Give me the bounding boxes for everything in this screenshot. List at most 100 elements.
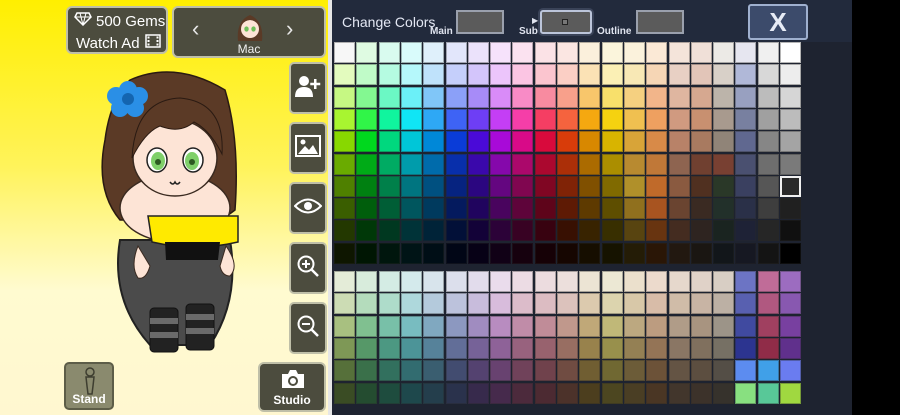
- color-cell[interactable]: [445, 108, 467, 130]
- studio-button[interactable]: Studio: [258, 362, 326, 412]
- color-cell[interactable]: [423, 86, 445, 108]
- color-cell[interactable]: [780, 242, 801, 264]
- color-cell[interactable]: [378, 360, 400, 382]
- color-cell[interactable]: [512, 315, 534, 337]
- color-cell[interactable]: [601, 131, 623, 153]
- color-cell[interactable]: [490, 175, 512, 197]
- color-cell[interactable]: [445, 360, 467, 382]
- color-cell[interactable]: [490, 153, 512, 175]
- color-cell[interactable]: [757, 175, 779, 197]
- color-cell[interactable]: [512, 108, 534, 130]
- color-cell[interactable]: [467, 108, 489, 130]
- color-cell[interactable]: [423, 131, 445, 153]
- color-cell[interactable]: [445, 271, 467, 292]
- color-cell[interactable]: [601, 86, 623, 108]
- color-cell[interactable]: [423, 242, 445, 264]
- color-cell[interactable]: [668, 315, 690, 337]
- color-cell[interactable]: [757, 271, 779, 292]
- color-cell[interactable]: [534, 337, 556, 359]
- color-cell[interactable]: [400, 382, 422, 404]
- color-cell[interactable]: [780, 220, 801, 242]
- color-cell[interactable]: [713, 271, 735, 292]
- color-cell[interactable]: [423, 360, 445, 382]
- color-cell[interactable]: [378, 131, 400, 153]
- chevron-left-icon[interactable]: ‹: [192, 16, 199, 42]
- color-cell[interactable]: [601, 293, 623, 315]
- color-cell[interactable]: [557, 293, 578, 315]
- color-cell[interactable]: [512, 42, 534, 63]
- color-cell[interactable]: [579, 131, 601, 153]
- color-cell[interactable]: [757, 220, 779, 242]
- color-cell[interactable]: [534, 153, 556, 175]
- color-cell[interactable]: [668, 108, 690, 130]
- chevron-right-icon[interactable]: ›: [286, 16, 293, 42]
- color-cell[interactable]: [378, 337, 400, 359]
- color-cell[interactable]: [579, 175, 601, 197]
- color-cell[interactable]: [534, 220, 556, 242]
- color-cell[interactable]: [623, 315, 645, 337]
- stand-button[interactable]: Stand: [64, 362, 114, 410]
- color-cell[interactable]: [690, 315, 712, 337]
- color-cell[interactable]: [334, 382, 355, 404]
- color-cell[interactable]: [534, 86, 556, 108]
- color-cell[interactable]: [735, 198, 757, 220]
- color-cell[interactable]: [579, 42, 601, 63]
- color-cell[interactable]: [579, 242, 601, 264]
- color-cell[interactable]: [356, 337, 378, 359]
- color-cell[interactable]: [557, 315, 578, 337]
- add-character-button[interactable]: [289, 62, 327, 114]
- color-cell[interactable]: [735, 337, 757, 359]
- color-cell[interactable]: [735, 64, 757, 86]
- color-cell[interactable]: [579, 220, 601, 242]
- sub-color-swatch[interactable]: [540, 10, 592, 34]
- color-cell[interactable]: [623, 131, 645, 153]
- color-cell[interactable]: [668, 360, 690, 382]
- color-cell[interactable]: [780, 271, 801, 292]
- color-cell[interactable]: [668, 242, 690, 264]
- color-cell[interactable]: [780, 108, 801, 130]
- color-cell[interactable]: [557, 382, 578, 404]
- color-cell[interactable]: [423, 337, 445, 359]
- color-cell[interactable]: [445, 382, 467, 404]
- color-cell[interactable]: [467, 337, 489, 359]
- color-cell[interactable]: [490, 337, 512, 359]
- color-cell[interactable]: [400, 153, 422, 175]
- color-cell[interactable]: [579, 337, 601, 359]
- color-cell[interactable]: [646, 175, 668, 197]
- color-cell[interactable]: [690, 175, 712, 197]
- color-cell[interactable]: [668, 175, 690, 197]
- color-cell[interactable]: [445, 64, 467, 86]
- color-cell[interactable]: [400, 42, 422, 63]
- color-cell[interactable]: [557, 64, 578, 86]
- color-cell[interactable]: [579, 64, 601, 86]
- color-cell[interactable]: [356, 315, 378, 337]
- color-cell[interactable]: [512, 220, 534, 242]
- color-cell[interactable]: [557, 42, 578, 63]
- color-cell[interactable]: [713, 64, 735, 86]
- color-cell[interactable]: [668, 220, 690, 242]
- color-cell[interactable]: [623, 198, 645, 220]
- gems-panel[interactable]: 500 Gems Watch Ad: [66, 6, 168, 54]
- color-cell[interactable]: [690, 220, 712, 242]
- color-cell[interactable]: [735, 153, 757, 175]
- color-cell[interactable]: [690, 64, 712, 86]
- color-cell[interactable]: [557, 337, 578, 359]
- color-cell[interactable]: [579, 271, 601, 292]
- color-cell[interactable]: [623, 337, 645, 359]
- color-cell[interactable]: [601, 220, 623, 242]
- color-cell[interactable]: [646, 220, 668, 242]
- color-cell[interactable]: [445, 315, 467, 337]
- color-cell[interactable]: [780, 315, 801, 337]
- color-cell[interactable]: [601, 175, 623, 197]
- color-cell[interactable]: [757, 131, 779, 153]
- color-cell[interactable]: [735, 220, 757, 242]
- color-cell[interactable]: [579, 153, 601, 175]
- color-cell[interactable]: [423, 153, 445, 175]
- color-cell[interactable]: [490, 108, 512, 130]
- color-cell[interactable]: [467, 64, 489, 86]
- color-cell[interactable]: [735, 242, 757, 264]
- color-cell[interactable]: [735, 315, 757, 337]
- color-cell[interactable]: [490, 220, 512, 242]
- color-cell[interactable]: [490, 315, 512, 337]
- color-cell[interactable]: [757, 64, 779, 86]
